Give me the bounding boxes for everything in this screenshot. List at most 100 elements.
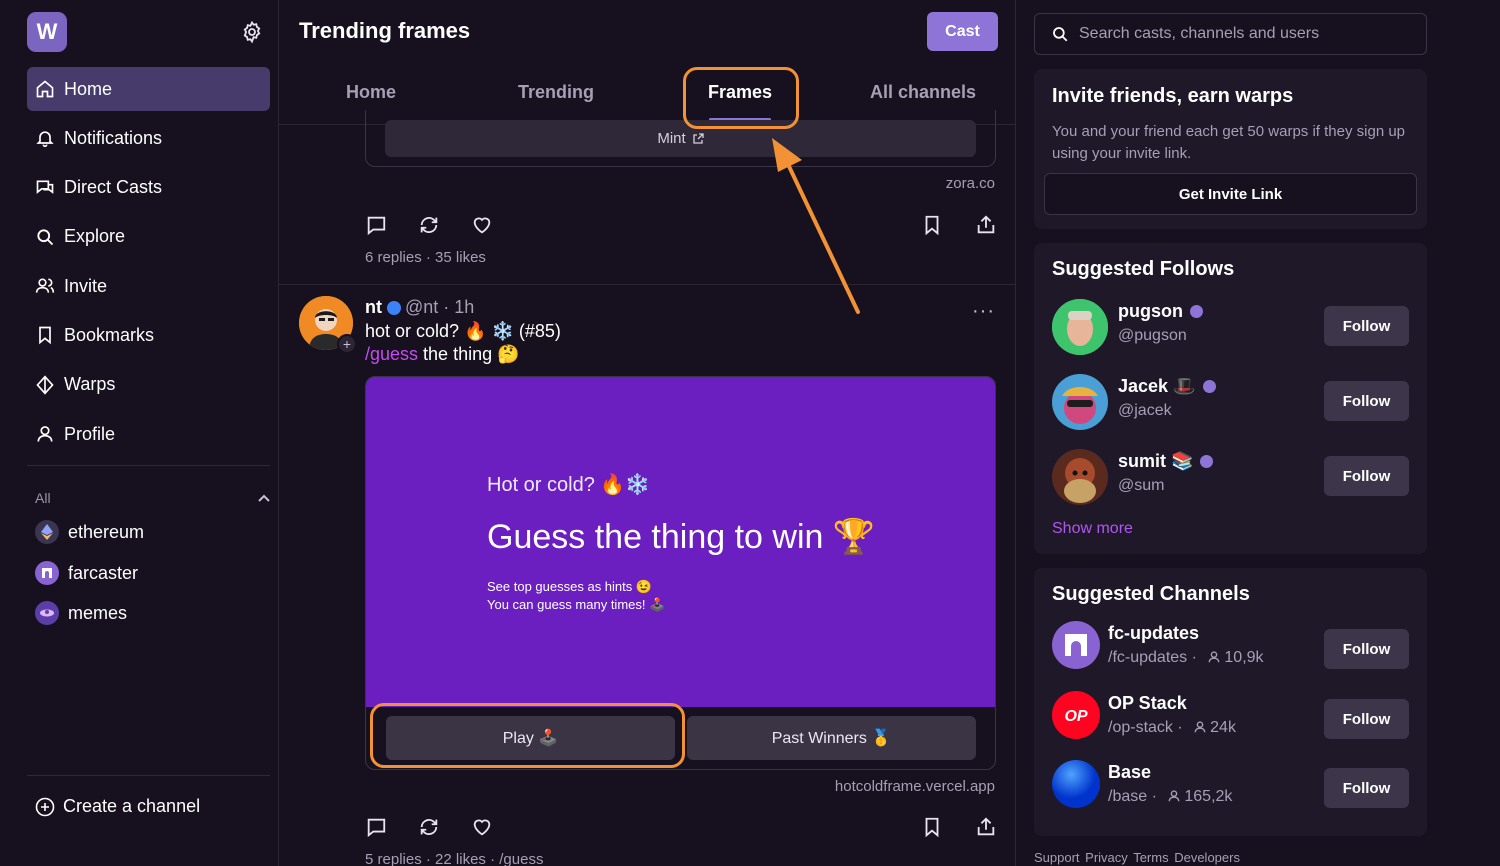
frame-play-button[interactable]: Play 🕹️	[386, 716, 675, 760]
nav-item-invite[interactable]: Invite	[27, 264, 270, 308]
channel-path[interactable]: /base	[1108, 788, 1147, 805]
nav-item-bookmarks[interactable]: Bookmarks	[27, 313, 270, 357]
channel-link[interactable]: /guess	[365, 344, 418, 364]
nav-item-profile[interactable]: Profile	[27, 412, 270, 456]
suggested-follows-card: Suggested Follows pugson @pugson Follow …	[1034, 243, 1427, 554]
post-divider	[279, 284, 1015, 285]
search-icon	[1053, 27, 1068, 42]
user-avatar[interactable]	[1052, 374, 1108, 430]
frame-past-winners-button[interactable]: Past Winners 🥇	[687, 716, 976, 760]
follow-button[interactable]: Follow	[1324, 699, 1409, 739]
nav-item-label: Profile	[64, 423, 116, 444]
nav-item-home[interactable]: Home	[27, 67, 270, 111]
channel-avatar[interactable]	[1052, 621, 1100, 669]
channel-avatar[interactable]	[1052, 760, 1100, 808]
nav-item-direct-casts[interactable]: Direct Casts	[27, 166, 270, 210]
suggested-channels-title: Suggested Channels	[1052, 583, 1250, 605]
create-channel-button[interactable]: Create a channel	[35, 796, 200, 817]
replies-count[interactable]: 5 replies	[365, 851, 422, 866]
channel-name[interactable]: fc-updates	[1108, 623, 1199, 644]
mint-button[interactable]: Mint	[385, 120, 976, 157]
suggested-user: sumit 📚 @sum Follow	[1052, 449, 1412, 505]
author-name[interactable]: nt	[365, 297, 382, 318]
chevron-up-icon[interactable]	[256, 491, 272, 507]
author-handle[interactable]: @nt · 1h	[405, 297, 474, 318]
user-name[interactable]: pugson	[1118, 301, 1203, 322]
sidebar-channel-ethereum[interactable]: ethereum	[35, 520, 144, 544]
sidebar-channel-memes[interactable]: memes	[35, 601, 127, 625]
replies-count[interactable]: 6 replies	[365, 249, 422, 266]
reply-icon[interactable]	[365, 214, 387, 236]
user-name[interactable]: sumit 📚	[1118, 451, 1214, 472]
channel-name[interactable]: OP Stack	[1108, 693, 1187, 714]
memes-icon	[35, 601, 59, 625]
footer-link-developers[interactable]: Developers	[1174, 850, 1240, 865]
share-icon[interactable]	[975, 816, 997, 838]
tab-trending[interactable]: Trending	[518, 82, 594, 103]
frame-domain[interactable]: hotcoldframe.vercel.app	[835, 778, 995, 795]
more-options-icon[interactable]: ···	[972, 300, 995, 323]
heart-icon[interactable]	[471, 816, 493, 838]
footer-link-terms[interactable]: Terms	[1133, 850, 1168, 865]
channel-meta: /base · 165,2k	[1108, 788, 1232, 806]
warpcast-logo[interactable]: W	[27, 12, 67, 52]
channels-section-label: All	[35, 490, 51, 506]
nav-item-notifications[interactable]: Notifications	[27, 116, 270, 160]
member-count: 165,2k	[1184, 788, 1233, 805]
frame-note: You can guess many times! 🕹️	[487, 597, 666, 612]
user-avatar[interactable]	[1052, 299, 1108, 355]
gear-icon[interactable]	[240, 20, 264, 44]
follow-button[interactable]: Follow	[1324, 456, 1409, 496]
share-icon[interactable]	[975, 214, 997, 236]
frame-domain[interactable]: zora.co	[946, 175, 995, 192]
user-icon	[37, 426, 53, 442]
follow-button[interactable]: Follow	[1324, 381, 1409, 421]
likes-count[interactable]: 22 likes	[435, 851, 486, 866]
invite-card: Invite friends, earn warps You and your …	[1034, 69, 1427, 229]
search-input[interactable]: Search casts, channels and users	[1034, 13, 1427, 55]
post-text-line2: /guess the thing 🤔	[365, 344, 520, 365]
post-stats: 6 replies · 35 likes	[365, 249, 486, 266]
heart-icon[interactable]	[471, 214, 493, 236]
follow-button[interactable]: Follow	[1324, 629, 1409, 669]
channel-name[interactable]: Base	[1108, 762, 1151, 783]
reply-icon[interactable]	[365, 816, 387, 838]
nav-item-explore[interactable]: Explore	[27, 215, 270, 259]
recast-icon[interactable]	[418, 816, 440, 838]
recast-icon[interactable]	[418, 214, 440, 236]
suggested-channel: Base /base · 165,2k Follow	[1052, 760, 1412, 816]
user-handle[interactable]: @pugson	[1118, 327, 1187, 345]
get-invite-link-button[interactable]: Get Invite Link	[1044, 173, 1417, 215]
channel-meta: /fc-updates · 10,9k	[1108, 649, 1264, 667]
channel-path[interactable]: /op-stack	[1108, 719, 1173, 736]
channel-tag[interactable]: /guess	[499, 851, 543, 866]
plus-circle-icon	[35, 797, 55, 816]
channel-avatar[interactable]: OP	[1052, 691, 1100, 739]
likes-count[interactable]: 35 likes	[435, 249, 486, 266]
nav-item-warps[interactable]: Warps	[27, 363, 270, 407]
tab-all-channels[interactable]: All channels	[870, 82, 976, 103]
channel-path[interactable]: /fc-updates	[1108, 649, 1187, 666]
tab-frames[interactable]: Frames	[708, 82, 772, 103]
footer-link-support[interactable]: Support	[1034, 850, 1080, 865]
user-handle[interactable]: @jacek	[1118, 402, 1172, 420]
user-name[interactable]: Jacek 🎩	[1118, 376, 1216, 397]
show-more-link[interactable]: Show more	[1052, 520, 1133, 538]
frame-image[interactable]: Hot or cold? 🔥❄️ Guess the thing to win …	[366, 377, 995, 707]
ethereum-icon	[35, 520, 59, 544]
follow-author-plus-icon[interactable]: +	[337, 334, 357, 354]
post-actions	[365, 816, 996, 840]
tab-home[interactable]: Home	[346, 82, 396, 103]
right-sidebar: Search casts, channels and users Invite …	[1016, 0, 1500, 866]
footer-link-privacy[interactable]: Privacy	[1085, 850, 1128, 865]
external-link-icon	[693, 132, 704, 144]
user-avatar[interactable]	[1052, 449, 1108, 505]
bookmark-icon[interactable]	[921, 816, 943, 838]
sidebar-channel-farcaster[interactable]: farcaster	[35, 561, 138, 585]
bookmark-icon[interactable]	[921, 214, 943, 236]
follow-button[interactable]: Follow	[1324, 306, 1409, 346]
cast-button[interactable]: Cast	[927, 12, 998, 51]
user-handle[interactable]: @sum	[1118, 477, 1164, 495]
left-sidebar: W Home Notifications Direct Casts Explor…	[0, 0, 279, 866]
follow-button[interactable]: Follow	[1324, 768, 1409, 808]
